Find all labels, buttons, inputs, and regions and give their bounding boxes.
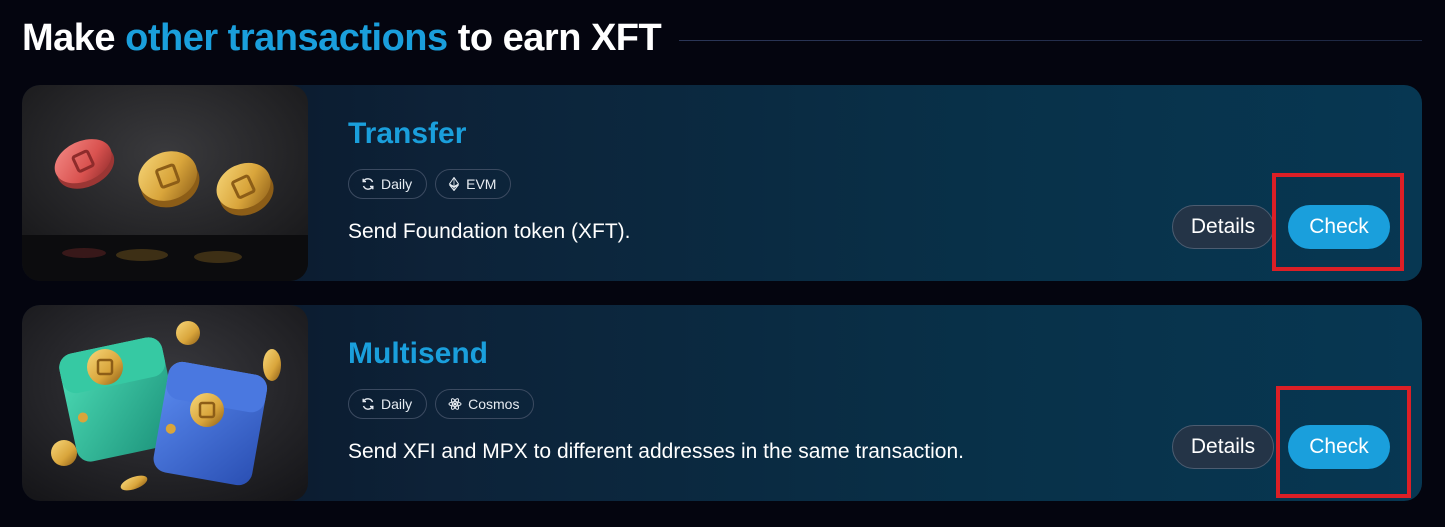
task-tags: Daily EVM [348, 169, 512, 199]
task-card-multisend: Multisend Daily Cosmos Send XFI and MPX … [22, 305, 1422, 501]
title-suffix: to earn XFT [447, 16, 662, 59]
refresh-icon [361, 397, 375, 411]
header-divider [679, 39, 1422, 41]
task-card-transfer: Transfer Daily EVM Send Foundation token… [22, 85, 1422, 281]
details-button[interactable]: Details [1172, 425, 1274, 469]
title-prefix: Make [22, 16, 126, 59]
ethereum-icon [448, 177, 460, 191]
tag-label: Daily [381, 396, 413, 412]
check-button[interactable]: Check [1288, 205, 1390, 249]
tag-daily: Daily [348, 169, 428, 199]
tag-cosmos: Cosmos [435, 389, 535, 419]
details-button[interactable]: Details [1172, 205, 1274, 249]
section-title: Make other transactions to earn XFT [22, 16, 662, 60]
section-header: Make other transactions to earn XFT [22, 14, 1422, 62]
cosmos-icon [448, 397, 462, 411]
tag-label: Daily [381, 176, 413, 192]
title-accent: other transactions [125, 16, 448, 59]
task-title: Transfer [348, 117, 467, 150]
task-description: Send Foundation token (XFT). [348, 220, 631, 243]
coins-illustration [22, 85, 308, 281]
tag-evm: EVM [435, 169, 512, 199]
check-button[interactable]: Check [1288, 425, 1390, 469]
tag-label: EVM [466, 176, 497, 192]
tag-label: Cosmos [468, 396, 520, 412]
task-description: Send XFI and MPX to different addresses … [348, 440, 964, 463]
wallets-illustration [22, 305, 308, 501]
refresh-icon [361, 177, 375, 191]
tag-daily: Daily [348, 389, 428, 419]
task-tags: Daily Cosmos [348, 389, 535, 419]
task-title: Multisend [348, 337, 488, 370]
